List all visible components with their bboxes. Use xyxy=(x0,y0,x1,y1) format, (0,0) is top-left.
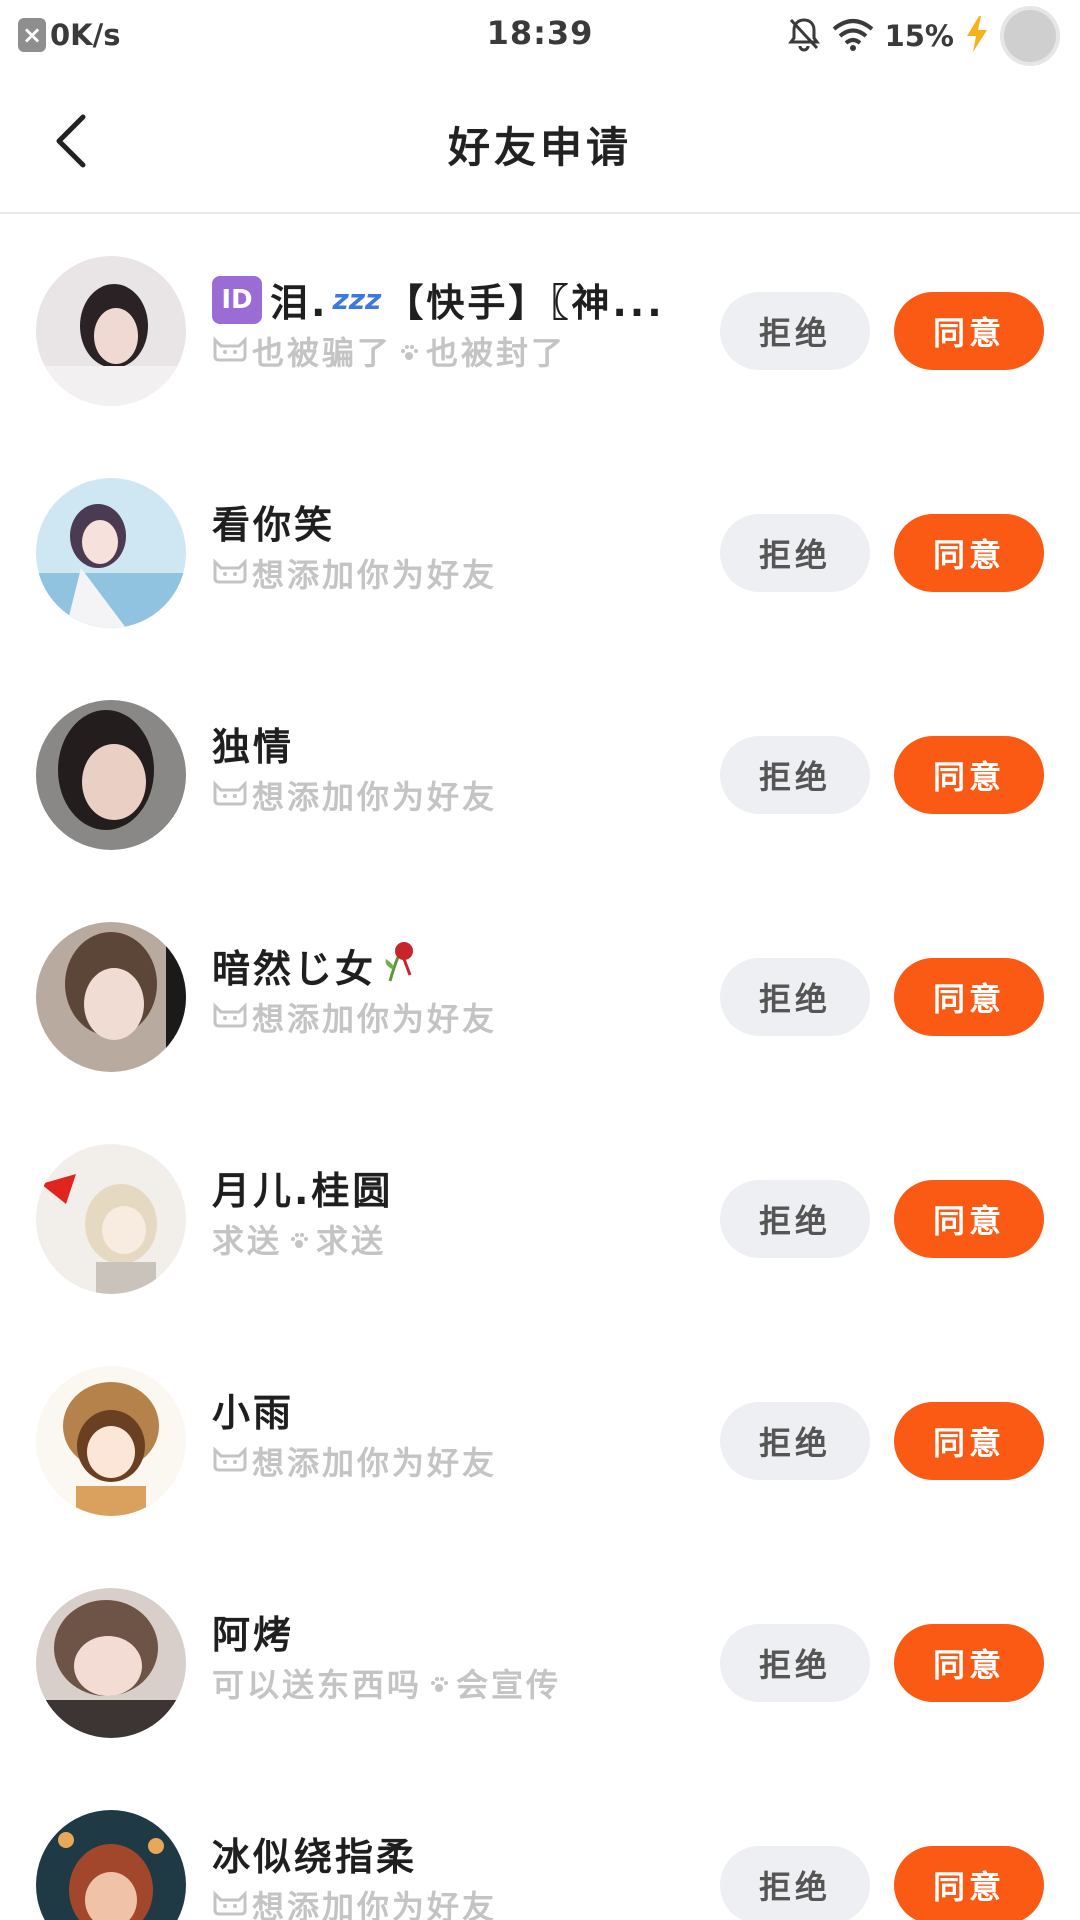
charging-icon xyxy=(964,14,990,58)
request-name: 看你笑 xyxy=(212,503,336,547)
rose-icon xyxy=(380,939,420,992)
accept-button[interactable]: 同意 xyxy=(894,292,1044,370)
paw-icon xyxy=(290,1220,309,1258)
request-name: 独情 xyxy=(212,725,295,769)
reject-button[interactable]: 拒绝 xyxy=(720,1180,870,1258)
header: 好友申请 xyxy=(0,70,1080,214)
request-name: 阿烤 xyxy=(212,1613,295,1657)
accept-button[interactable]: 同意 xyxy=(894,1402,1044,1480)
request-message: 也被骗了 也被封了 xyxy=(212,328,682,374)
friend-request-row: 小雨 想添加你为好友 拒绝 同意 xyxy=(0,1326,1080,1548)
request-name: 月儿.桂圆 xyxy=(212,1169,394,1213)
zzz-icon: zzz xyxy=(332,283,382,316)
friend-request-row: 月儿.桂圆 求送 求送 拒绝 同意 xyxy=(0,1104,1080,1326)
status-bar: × 0K/s 18:39 15% xyxy=(0,0,1080,70)
mute-bell-icon xyxy=(787,16,821,56)
avatar[interactable] xyxy=(36,256,186,406)
avatar[interactable] xyxy=(36,922,186,1072)
paw-icon xyxy=(400,332,419,370)
reject-button[interactable]: 拒绝 xyxy=(720,958,870,1036)
request-name: 暗然じ女 xyxy=(212,938,682,993)
request-name: ID 泪. zzz 【快手】〖神... xyxy=(212,272,682,327)
cat-icon xyxy=(212,332,248,370)
cat-icon xyxy=(212,1442,248,1480)
accept-button[interactable]: 同意 xyxy=(894,1624,1044,1702)
request-message: 想添加你为好友 xyxy=(212,550,682,596)
request-message: 想添加你为好友 xyxy=(212,1882,682,1920)
accept-button[interactable]: 同意 xyxy=(894,736,1044,814)
accept-button[interactable]: 同意 xyxy=(894,958,1044,1036)
avatar[interactable] xyxy=(36,1366,186,1516)
cat-icon xyxy=(212,1886,248,1920)
paw-icon xyxy=(430,1664,449,1702)
friend-request-row: 阿烤 可以送东西吗 会宣传 拒绝 同意 xyxy=(0,1548,1080,1770)
friend-request-row: 独情 想添加你为好友 拒绝 同意 xyxy=(0,660,1080,882)
request-message: 想添加你为好友 xyxy=(212,994,682,1040)
cat-icon xyxy=(212,998,248,1036)
request-message: 可以送东西吗 会宣传 xyxy=(212,1664,562,1704)
cat-icon xyxy=(212,554,248,592)
id-badge: ID xyxy=(212,275,262,324)
reject-button[interactable]: 拒绝 xyxy=(720,292,870,370)
avatar[interactable] xyxy=(36,700,186,850)
status-avatar xyxy=(1000,6,1060,66)
accept-button[interactable]: 同意 xyxy=(894,1846,1044,1920)
page-title: 好友申请 xyxy=(447,123,632,172)
battery-level: 15% xyxy=(884,19,954,53)
wifi-icon xyxy=(831,17,875,55)
accept-button[interactable]: 同意 xyxy=(894,1180,1044,1258)
reject-button[interactable]: 拒绝 xyxy=(720,1624,870,1702)
status-right: 15% xyxy=(787,6,1060,66)
friend-request-row: 看你笑 想添加你为好友 拒绝 同意 xyxy=(0,438,1080,660)
avatar[interactable] xyxy=(36,478,186,628)
accept-button[interactable]: 同意 xyxy=(894,514,1044,592)
friend-request-row: 冰似绕指柔 想添加你为好友 拒绝 同意 xyxy=(0,1770,1080,1920)
reject-button[interactable]: 拒绝 xyxy=(720,1402,870,1480)
request-message: 想添加你为好友 xyxy=(212,1438,682,1484)
avatar[interactable] xyxy=(36,1588,186,1738)
request-name: 冰似绕指柔 xyxy=(212,1835,418,1879)
cat-icon xyxy=(212,776,248,814)
request-message: 想添加你为好友 xyxy=(212,772,682,818)
reject-button[interactable]: 拒绝 xyxy=(720,736,870,814)
request-message: 求送 求送 xyxy=(212,1220,387,1260)
avatar[interactable] xyxy=(36,1144,186,1294)
reject-button[interactable]: 拒绝 xyxy=(720,514,870,592)
friend-request-row: ID 泪. zzz 【快手】〖神... 也被骗了 也被封了 拒绝 同意 xyxy=(0,216,1080,438)
reject-button[interactable]: 拒绝 xyxy=(720,1846,870,1920)
friend-request-row: 暗然じ女 想添加你为好友 拒绝 同意 xyxy=(0,882,1080,1104)
request-name: 小雨 xyxy=(212,1391,295,1435)
avatar[interactable] xyxy=(36,1810,186,1920)
